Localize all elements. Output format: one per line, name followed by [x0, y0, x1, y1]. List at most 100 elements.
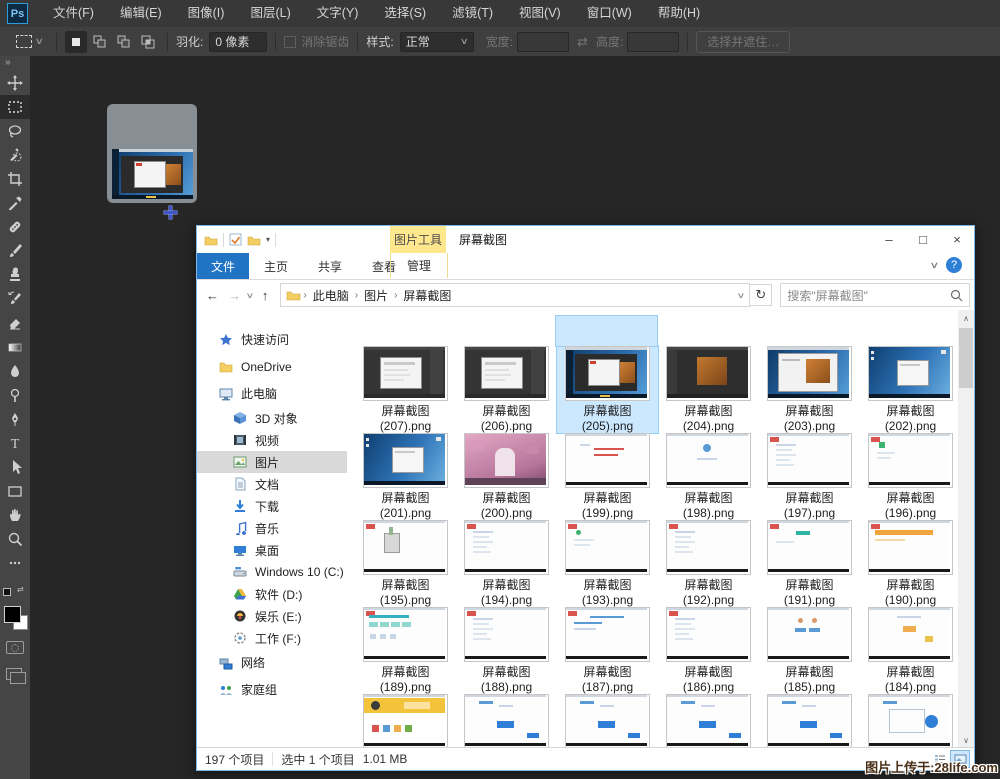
sidebar-item-Windows 10 (C:)[interactable]: Windows 10 (C:) [197, 561, 347, 583]
search-input[interactable]: 搜索"屏幕截图" [780, 283, 970, 307]
sidebar-item-娱乐 (E:)[interactable]: 娱乐 (E:) [197, 605, 347, 627]
menu-item[interactable]: 滤镜(T) [439, 0, 506, 27]
tab-主页[interactable]: 主页 [249, 253, 303, 279]
address-dropdown-icon[interactable]: ∨ [736, 291, 745, 300]
menu-item[interactable]: 视图(V) [506, 0, 574, 27]
menu-item[interactable]: 图像(I) [175, 0, 238, 27]
sidebar-item-下载[interactable]: 下载 [197, 495, 347, 517]
subtract-selection-button[interactable] [113, 31, 135, 53]
swap-dimensions-icon[interactable]: ⇄ [577, 34, 588, 50]
minimize-button[interactable]: – [872, 226, 906, 253]
sidebar-item-桌面[interactable]: 桌面 [197, 539, 347, 561]
file-item-屏幕截图 (190).png[interactable]: 屏幕截图 (190).png [860, 520, 958, 607]
scrollbar-thumb[interactable] [959, 328, 973, 388]
file-item-屏幕截图 (191).png[interactable]: 屏幕截图 (191).png [759, 520, 860, 607]
file-item[interactable] [456, 694, 557, 748]
rectangle-tool[interactable] [0, 479, 30, 503]
crop-tool[interactable] [0, 167, 30, 191]
properties-checkbox-icon[interactable] [229, 233, 242, 246]
file-item[interactable] [557, 694, 658, 748]
tab-文件[interactable]: 文件 [197, 253, 249, 279]
sidebar-item-此电脑[interactable]: 此电脑 [197, 380, 347, 407]
close-button[interactable]: × [940, 226, 974, 253]
menu-item[interactable]: 文件(F) [40, 0, 107, 27]
quick-select-tool[interactable] [0, 143, 30, 167]
ribbon-collapse-icon[interactable]: ∨ [930, 260, 940, 271]
file-item[interactable] [860, 694, 958, 748]
sidebar-item-家庭组[interactable]: 家庭组 [197, 676, 347, 703]
file-item-屏幕截图 (197).png[interactable]: 屏幕截图 (197).png [759, 433, 860, 520]
new-folder-icon[interactable] [247, 234, 261, 246]
sidebar-item-快速访问[interactable]: 快速访问 [197, 326, 347, 353]
canvas-document-thumbnail[interactable] [107, 104, 197, 203]
zoom-tool[interactable] [0, 527, 30, 551]
qat-menu-icon[interactable]: ▾ [266, 235, 270, 244]
menu-item[interactable]: 编辑(E) [107, 0, 175, 27]
file-item-屏幕截图 (185).png[interactable]: 屏幕截图 (185).png [759, 607, 860, 694]
quick-mask-button[interactable] [6, 641, 24, 654]
file-item-屏幕截图 (186).png[interactable]: 屏幕截图 (186).png [658, 607, 759, 694]
healing-tool[interactable] [0, 215, 30, 239]
file-item[interactable] [759, 694, 860, 748]
file-item-屏幕截图 (196).png[interactable]: 屏幕截图 (196).png [860, 433, 958, 520]
maximize-button[interactable]: □ [906, 226, 940, 253]
toolbar-collapse-icon[interactable]: » [0, 56, 30, 71]
style-select[interactable]: 正常 ∨ [400, 32, 474, 52]
file-item-屏幕截图 (189).png[interactable]: 屏幕截图 (189).png [355, 607, 456, 694]
file-item-屏幕截图 (198).png[interactable]: 屏幕截图 (198).png [658, 433, 759, 520]
sidebar-item-文档[interactable]: 文档 [197, 473, 347, 495]
file-item-屏幕截图 (205).png[interactable]: 屏幕截图 (205).png [557, 346, 658, 433]
sidebar-item-OneDrive[interactable]: OneDrive [197, 353, 347, 380]
file-item-屏幕截图 (187).png[interactable]: 屏幕截图 (187).png [557, 607, 658, 694]
marquee-tool[interactable] [0, 95, 30, 119]
add-selection-button[interactable] [89, 31, 111, 53]
stamp-tool[interactable] [0, 263, 30, 287]
menu-item[interactable]: 文字(Y) [304, 0, 372, 27]
brush-tool[interactable] [0, 239, 30, 263]
sidebar-item-视频[interactable]: 视频 [197, 429, 347, 451]
sidebar-item-图片[interactable]: 图片 [197, 451, 347, 473]
file-item-屏幕截图 (199).png[interactable]: 屏幕截图 (199).png [557, 433, 658, 520]
checkbox-icon[interactable] [284, 36, 296, 48]
file-item-屏幕截图 (207).png[interactable]: 屏幕截图 (207).png [355, 346, 456, 433]
feather-input[interactable]: 0 像素 [209, 32, 267, 52]
back-button[interactable]: ← [206, 288, 219, 303]
search-icon[interactable] [950, 289, 963, 302]
eyedropper-tool[interactable] [0, 191, 30, 215]
file-item-屏幕截图 (195).png[interactable]: 屏幕截图 (195).png [355, 520, 456, 607]
contextual-tab-header[interactable]: 图片工具 [390, 226, 446, 253]
foreground-color-swatch[interactable] [4, 606, 21, 623]
ellipsis-tool[interactable] [0, 551, 30, 575]
tab-管理[interactable]: 管理 [390, 253, 448, 278]
up-button[interactable]: ↑ [262, 288, 269, 303]
sidebar-item-音乐[interactable]: 音乐 [197, 517, 347, 539]
file-item-屏幕截图 (202).png[interactable]: 屏幕截图 (202).png [860, 346, 958, 433]
blur-tool[interactable] [0, 359, 30, 383]
dodge-tool[interactable] [0, 383, 30, 407]
pen-tool[interactable] [0, 407, 30, 431]
file-item-屏幕截图 (206).png[interactable]: 屏幕截图 (206).png [456, 346, 557, 433]
explorer-titlebar[interactable]: ▾ 图片工具 屏幕截图 – □ × [197, 226, 974, 253]
file-item-屏幕截图 (193).png[interactable]: 屏幕截图 (193).png [557, 520, 658, 607]
file-item-屏幕截图 (201).png[interactable]: 屏幕截图 (201).png [355, 433, 456, 520]
hand-tool[interactable] [0, 503, 30, 527]
gradient-tool[interactable] [0, 335, 30, 359]
sidebar-item-软件 (D:)[interactable]: 软件 (D:) [197, 583, 347, 605]
tab-共享[interactable]: 共享 [303, 253, 357, 279]
file-item-屏幕截图 (192).png[interactable]: 屏幕截图 (192).png [658, 520, 759, 607]
sidebar-item-3D 对象[interactable]: 3D 对象 [197, 407, 347, 429]
file-item-屏幕截图 (204).png[interactable]: 屏幕截图 (204).png [658, 346, 759, 433]
menu-item[interactable]: 选择(S) [371, 0, 439, 27]
breadcrumb-item[interactable]: 图片 [360, 287, 392, 304]
eraser-tool[interactable] [0, 311, 30, 335]
file-item[interactable] [658, 694, 759, 748]
default-colors-icon[interactable]: ⇄ [3, 585, 27, 597]
help-icon[interactable]: ? [946, 257, 962, 273]
tool-preset-button[interactable]: ∨ [10, 31, 48, 53]
vertical-scrollbar[interactable]: ∧ ∨ [958, 310, 974, 748]
file-item-屏幕截图 (188).png[interactable]: 屏幕截图 (188).png [456, 607, 557, 694]
refresh-button[interactable]: ↻ [750, 284, 772, 306]
breadcrumb-item[interactable]: 屏幕截图 [399, 287, 455, 304]
sidebar-item-工作 (F:)[interactable]: 工作 (F:) [197, 627, 347, 649]
screen-mode-button[interactable] [6, 668, 22, 680]
